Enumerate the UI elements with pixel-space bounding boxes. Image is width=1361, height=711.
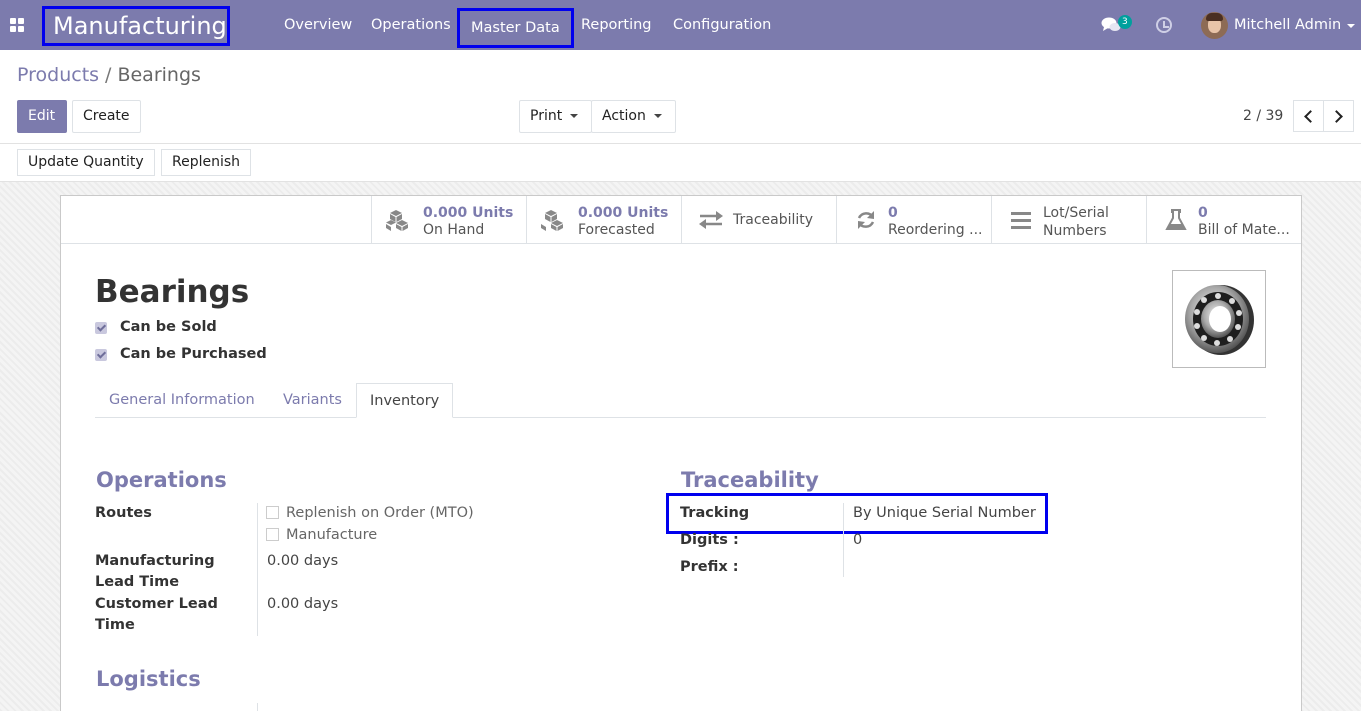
menu-overview[interactable]: Overview (284, 0, 352, 50)
refresh-icon (857, 211, 875, 229)
cust-lead-label-line2: Time (95, 617, 135, 633)
menu-configuration[interactable]: Configuration (673, 0, 771, 50)
list-icon (1011, 212, 1031, 229)
manufacturing-lead-time-label: Manufacturing Lead Time (95, 551, 215, 593)
product-name: Bearings (95, 274, 250, 310)
mfg-lead-label-line2: Lead Time (95, 574, 180, 590)
mfg-lead-label-line1: Manufacturing (95, 553, 215, 569)
forecasted-label: Forecasted (578, 222, 655, 238)
reordering-value: 0 (888, 205, 898, 221)
field-divider (257, 703, 258, 711)
action-dropdown[interactable]: Action (591, 100, 676, 133)
pager-previous-button[interactable] (1293, 100, 1324, 132)
flask-icon (1165, 209, 1187, 230)
lot-serial-label-1: Lot/Serial (1043, 205, 1109, 221)
tab-general-information[interactable]: General Information (96, 383, 268, 418)
route-mto-label: Replenish on Order (MTO) (286, 505, 474, 521)
can-be-sold-label: Can be Sold (120, 319, 217, 335)
prefix-label: Prefix : (680, 559, 739, 575)
traceability-group-title: Traceability (681, 468, 819, 492)
tab-variants[interactable]: Variants (270, 383, 355, 418)
breadcrumb-separator: / (105, 64, 112, 86)
bom-value: 0 (1198, 205, 1208, 221)
smart-button-lot-serial[interactable]: Lot/Serial Numbers (991, 196, 1147, 243)
activity-clock-icon[interactable] (1156, 17, 1172, 33)
replenish-button[interactable]: Replenish (161, 149, 252, 176)
smart-button-forecasted[interactable]: 0.000 Units Forecasted (526, 196, 682, 243)
bom-label: Bill of Mate... (1198, 222, 1290, 238)
print-label: Print (530, 108, 563, 124)
messages-count-badge: 3 (1118, 15, 1132, 29)
can-be-sold-checkbox[interactable] (95, 322, 107, 334)
cust-lead-label-line1: Customer Lead (95, 596, 218, 612)
tab-inventory[interactable]: Inventory (356, 383, 454, 418)
field-divider (843, 503, 844, 577)
breadcrumb-current: Bearings (117, 64, 201, 86)
breadcrumb-products[interactable]: Products (17, 64, 99, 86)
menu-master-data[interactable]: Master Data (457, 8, 574, 48)
digits-label: Digits : (680, 532, 739, 548)
smart-button-bom[interactable]: 0 Bill of Mate... (1146, 196, 1302, 243)
product-image[interactable] (1172, 270, 1266, 368)
smart-buttons-row: 0.000 Units On Hand 0.000 Units Forecast… (61, 196, 1301, 244)
avatar[interactable] (1201, 12, 1228, 39)
print-dropdown[interactable]: Print (519, 100, 592, 133)
can-be-purchased-checkbox[interactable] (95, 349, 107, 361)
smart-button-on-hand[interactable]: 0.000 Units On Hand (371, 196, 527, 243)
route-mto-checkbox[interactable] (266, 506, 279, 519)
divider (0, 143, 1361, 144)
apps-menu-icon[interactable] (10, 18, 24, 32)
digits-value[interactable]: 0 (853, 532, 862, 548)
cubes-icon (541, 210, 563, 231)
edit-button[interactable]: Edit (17, 100, 67, 133)
form-sheet: 0.000 Units On Hand 0.000 Units Forecast… (60, 195, 1302, 711)
lot-serial-label-2: Numbers (1043, 223, 1107, 239)
can-be-purchased-label: Can be Purchased (120, 346, 267, 362)
operations-group-title: Operations (96, 468, 227, 492)
traceability-label: Traceability (733, 212, 814, 228)
smart-button-traceability[interactable]: Traceability (681, 196, 837, 243)
update-quantity-button[interactable]: Update Quantity (17, 149, 155, 176)
menu-reporting[interactable]: Reporting (581, 0, 652, 50)
user-menu[interactable]: Mitchell Admin (1234, 0, 1341, 50)
create-button[interactable]: Create (72, 100, 141, 133)
breadcrumb: Products / Bearings (17, 64, 201, 86)
smart-button-reordering[interactable]: 0 Reordering ... (836, 196, 992, 243)
caret-down-icon (653, 114, 662, 118)
bearing-image (1185, 285, 1254, 355)
pager-value[interactable]: 2 / 39 (1243, 108, 1283, 124)
field-divider (257, 503, 258, 636)
chevron-right-icon (1330, 110, 1343, 123)
exchange-icon (699, 211, 723, 229)
route-manufacture-label: Manufacture (286, 527, 378, 543)
customer-lead-time-value[interactable]: 0.00 days (267, 596, 338, 612)
chevron-left-icon (1304, 110, 1317, 123)
pager-next-button[interactable] (1323, 100, 1354, 132)
customer-lead-time-label: Customer Lead Time (95, 594, 218, 636)
chevron-down-icon[interactable] (1347, 24, 1355, 28)
manufacturing-lead-time-value[interactable]: 0.00 days (267, 553, 338, 569)
forecasted-value: 0.000 Units (578, 205, 669, 221)
app-name[interactable]: Manufacturing (42, 6, 230, 46)
cubes-icon (386, 210, 408, 231)
tracking-value[interactable]: By Unique Serial Number (853, 505, 1036, 521)
action-label: Action (602, 108, 646, 124)
tracking-label: Tracking (680, 505, 750, 521)
on-hand-value: 0.000 Units (423, 205, 514, 221)
reordering-label: Reordering ... (888, 222, 983, 238)
on-hand-label: On Hand (423, 222, 485, 238)
caret-down-icon (570, 114, 579, 118)
top-navbar: Manufacturing Overview Operations Master… (0, 0, 1361, 50)
routes-label: Routes (95, 505, 152, 521)
route-manufacture-checkbox[interactable] (266, 528, 279, 541)
menu-operations[interactable]: Operations (371, 0, 451, 50)
logistics-group-title: Logistics (96, 667, 201, 691)
